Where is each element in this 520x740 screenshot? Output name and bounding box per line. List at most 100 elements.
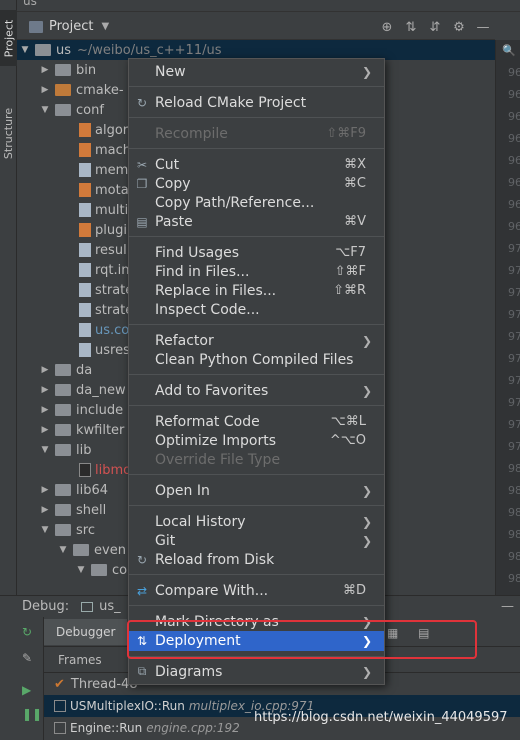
tool-tab-structure-label: Structure <box>2 107 16 159</box>
chevron-down-icon[interactable]: ▼ <box>75 565 87 575</box>
debug-label: Debug: <box>22 599 70 614</box>
chevron-right-icon[interactable]: ▶ <box>39 485 51 495</box>
menu-item-optimize-imports[interactable]: Optimize Imports ^⌥O <box>129 431 384 450</box>
menu-item-paste[interactable]: ▤ Paste ⌘V <box>129 212 384 231</box>
rerun-icon[interactable]: ↻ <box>22 625 32 639</box>
text-file-icon <box>79 163 91 177</box>
menu-item-copy-path[interactable]: Copy Path/Reference... <box>129 193 384 212</box>
tree-item-file[interactable]: us.co <box>75 320 129 340</box>
chevron-right-icon[interactable]: ▶ <box>39 425 51 435</box>
tree-item-bin[interactable]: ▶ bin <box>39 60 97 80</box>
tree-item-label: shell <box>76 502 107 518</box>
collapse-all-icon[interactable]: ⇵ <box>423 20 447 35</box>
cmake-file-icon <box>79 143 91 157</box>
tree-item-file[interactable]: rqt.in <box>75 260 129 280</box>
menu-item-new[interactable]: New ❯ <box>129 62 384 81</box>
wrench-icon[interactable]: ✎ <box>22 651 32 665</box>
chevron-right-icon[interactable]: ▶ <box>39 385 51 395</box>
tree-item-co[interactable]: ▼ co <box>75 560 128 580</box>
folder-icon <box>55 504 71 516</box>
tree-item-label: conf <box>76 102 104 118</box>
tree-item-file[interactable]: multi <box>75 200 128 220</box>
tree-item-file[interactable]: resul <box>75 240 127 260</box>
line-number: 97 <box>508 286 520 299</box>
tree-item-lib64[interactable]: ▶ lib64 <box>39 480 109 500</box>
chevron-down-icon[interactable]: ▼ <box>101 21 109 32</box>
tool-tab-project[interactable]: Project <box>0 10 17 66</box>
locate-icon[interactable]: ⊕ <box>375 20 399 35</box>
folder-icon <box>73 544 89 556</box>
menu-item-cut[interactable]: ✂ Cut ⌘X <box>129 155 384 174</box>
menu-item-git[interactable]: Git ❯ <box>129 531 384 550</box>
menu-item-clean-python[interactable]: Clean Python Compiled Files <box>129 350 384 369</box>
resume-icon[interactable]: ▶ <box>22 683 31 697</box>
minimize-icon[interactable]: — <box>501 599 514 614</box>
menu-item-reload-cmake[interactable]: ↻ Reload CMake Project <box>129 93 384 112</box>
tree-item-conf[interactable]: ▼ conf <box>39 100 104 120</box>
chevron-down-icon[interactable]: ▼ <box>39 105 51 115</box>
menu-separator <box>129 86 384 87</box>
tree-item-label: resul <box>95 242 127 258</box>
tree-item-file[interactable]: plugi <box>75 220 127 240</box>
tree-item-include[interactable]: ▶ include <box>39 400 124 420</box>
chevron-right-icon[interactable]: ▶ <box>39 405 51 415</box>
chevron-down-icon[interactable]: ▼ <box>39 445 51 455</box>
tree-root-label: us <box>56 42 72 58</box>
project-view-selector[interactable]: Project <box>49 19 93 34</box>
tree-item-da-new[interactable]: ▶ da_new <box>39 380 126 400</box>
tree-item-file[interactable]: mach <box>75 140 131 160</box>
tree-item-da[interactable]: ▶ da <box>39 360 93 380</box>
tree-root[interactable]: ▼ us ~/weibo/us_c++11/us <box>17 40 495 60</box>
tree-item-file[interactable]: strate <box>75 280 133 300</box>
line-number: 96 <box>508 176 520 189</box>
tree-item-cmake[interactable]: ▶ cmake- <box>39 80 124 100</box>
tree-item-file[interactable]: algor <box>75 120 128 140</box>
expand-all-icon[interactable]: ⇅ <box>399 20 423 35</box>
menu-item-label: Find in Files... <box>155 263 250 280</box>
menu-item-override-type[interactable]: Override File Type <box>129 450 384 469</box>
menu-item-reload-disk[interactable]: ↻ Reload from Disk <box>129 550 384 569</box>
menu-item-label: Git <box>155 532 176 549</box>
menu-item-diagrams[interactable]: ⧉ Diagrams ❯ <box>129 662 384 681</box>
menu-item-shortcut: ⇧⌘F <box>334 264 366 279</box>
tree-item-lib[interactable]: ▼ lib <box>39 440 92 460</box>
menu-item-copy[interactable]: ❐ Copy ⌘C <box>129 174 384 193</box>
tree-item-label: mem <box>95 162 129 178</box>
debug-session-tab[interactable]: us_ <box>81 599 121 614</box>
menu-item-replace-in-files[interactable]: Replace in Files... ⇧⌘R <box>129 281 384 300</box>
run-config-icon <box>81 601 94 612</box>
tool-tab-structure[interactable]: Structure <box>0 98 17 168</box>
menu-item-refactor[interactable]: Refactor ❯ <box>129 331 384 350</box>
gear-icon[interactable]: ⚙ <box>447 20 471 35</box>
tree-item-src[interactable]: ▼ src <box>39 520 95 540</box>
menu-item-local-history[interactable]: Local History ❯ <box>129 512 384 531</box>
pause-icon[interactable]: ❚❚ <box>22 707 42 721</box>
tab-debugger[interactable]: Debugger <box>44 618 128 645</box>
menu-item-find-usages[interactable]: Find Usages ⌥F7 <box>129 243 384 262</box>
chevron-down-icon[interactable]: ▼ <box>57 545 69 555</box>
menu-item-reformat[interactable]: Reformat Code ⌥⌘L <box>129 412 384 431</box>
menu-item-recompile[interactable]: Recompile ⇧⌘F9 <box>129 124 384 143</box>
chevron-right-icon[interactable]: ▶ <box>39 365 51 375</box>
menu-item-compare-with[interactable]: ⇄ Compare With... ⌘D <box>129 581 384 600</box>
tree-item-shell[interactable]: ▶ shell <box>39 500 107 520</box>
chevron-down-icon[interactable]: ▼ <box>19 45 31 55</box>
tree-item-file[interactable]: usres <box>75 340 130 360</box>
tree-item-kwfilter[interactable]: ▶ kwfilter <box>39 420 125 440</box>
chevron-right-icon[interactable]: ▶ <box>39 65 51 75</box>
minimize-icon[interactable]: — <box>471 20 495 35</box>
menu-item-add-favorites[interactable]: Add to Favorites ❯ <box>129 381 384 400</box>
tree-item-file[interactable]: strate <box>75 300 133 320</box>
tree-item-file[interactable]: libmo <box>75 460 131 480</box>
tree-item-event[interactable]: ▼ even <box>57 540 126 560</box>
chevron-right-icon[interactable]: ▶ <box>39 85 51 95</box>
line-number: 98 <box>508 484 520 497</box>
text-file-icon <box>79 243 91 257</box>
tree-item-file[interactable]: mota <box>75 180 129 200</box>
menu-item-inspect-code[interactable]: Inspect Code... <box>129 300 384 319</box>
chevron-down-icon[interactable]: ▼ <box>39 525 51 535</box>
chevron-right-icon[interactable]: ▶ <box>39 505 51 515</box>
menu-item-find-in-files[interactable]: Find in Files... ⇧⌘F <box>129 262 384 281</box>
tree-item-file[interactable]: mem <box>75 160 128 180</box>
menu-item-open-in[interactable]: Open In ❯ <box>129 481 384 500</box>
